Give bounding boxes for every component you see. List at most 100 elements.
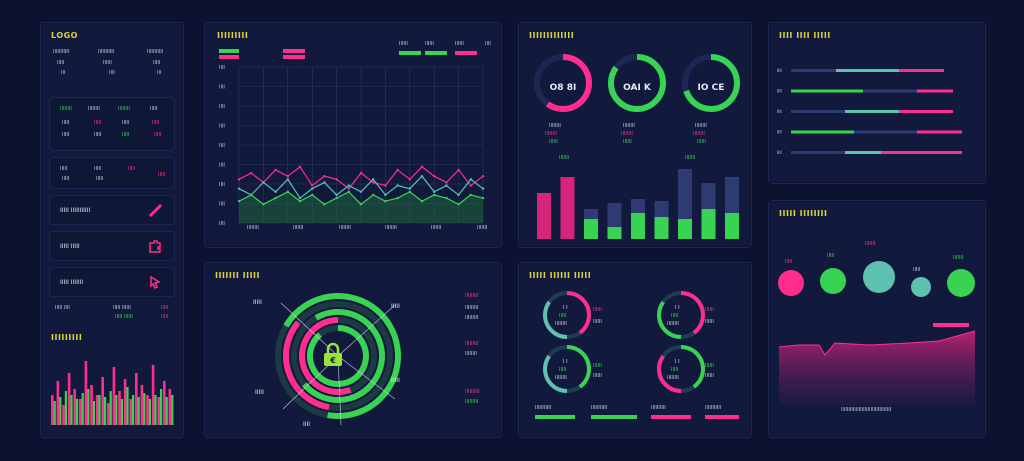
gauge-text: I I — [675, 305, 680, 311]
puzzle-icon — [149, 240, 161, 253]
gauge-text: IIIII — [559, 367, 567, 373]
side-label: IIIIII — [705, 363, 714, 369]
mini-gauge-group — [543, 291, 705, 393]
x-tick-label: IIIIIII — [477, 225, 487, 231]
footer-label: IIIII IIIIII — [115, 314, 133, 320]
data-point — [408, 190, 411, 193]
header-label: III — [61, 70, 66, 76]
legend-item: IIIIIIIII — [465, 305, 479, 311]
bar — [98, 395, 101, 425]
bar — [81, 393, 84, 425]
data-point — [250, 193, 253, 197]
bar — [76, 399, 79, 425]
bar — [109, 391, 112, 425]
menu-card-label: IIIII IIIIIIIIIII — [60, 207, 91, 214]
bar-segment — [854, 130, 917, 134]
bar-segment — [791, 69, 836, 72]
bar — [112, 367, 116, 425]
bar — [143, 393, 146, 425]
data-point — [311, 184, 314, 187]
menu-card-label: IIIII IIIII — [60, 243, 80, 250]
menu-card-pointer[interactable]: IIIII IIIIIII — [49, 267, 175, 297]
data-point — [372, 193, 375, 197]
data-point — [433, 175, 436, 178]
gauge-caption: IIIIIIII — [693, 131, 705, 137]
data-point — [359, 190, 363, 193]
x-tick-label: IIIIIIII — [385, 225, 397, 231]
area-fill — [779, 331, 975, 405]
gauge-text: IIIIIIII — [555, 321, 567, 327]
header-label: IIIII — [153, 60, 161, 66]
data-point — [433, 190, 436, 193]
area-chart — [778, 330, 976, 405]
footer-label: IIIIIIIIIII — [705, 405, 722, 411]
bar — [95, 395, 99, 425]
bar — [678, 169, 692, 219]
line-chart-title: IIIIIIIII — [217, 31, 249, 40]
footer-label: IIIII — [161, 305, 169, 311]
gauge-text: I I — [563, 305, 568, 311]
gauge-text: I I — [675, 359, 680, 365]
bar-segment — [845, 110, 899, 113]
bar — [56, 381, 60, 425]
bar — [154, 395, 157, 425]
bar-label: IIIIIII — [559, 155, 570, 161]
stat-value: IIIII — [94, 132, 102, 138]
stat-value: IIIII — [122, 120, 130, 126]
data-point — [298, 199, 302, 203]
y-tick-label: IIII — [219, 221, 225, 227]
svg-text:€: € — [329, 356, 336, 365]
logo-title: LOGO — [51, 31, 78, 40]
menu-card-label: IIIII IIIIIII — [60, 279, 84, 286]
data-point — [481, 187, 485, 190]
line-chart-panel: IIIIIIIII IIIIII IIIIII IIIIII IIII IIII… — [204, 22, 502, 248]
header-label: IIIIIIIIIII — [98, 49, 115, 55]
gauge-caption: IIIIIIII — [621, 131, 633, 137]
left-chart-title: IIIIIIIII — [51, 333, 83, 342]
data-point — [384, 199, 387, 203]
lock-icon: € — [324, 342, 342, 366]
bar — [53, 401, 56, 425]
legend-item: IIIIIIIIII — [465, 389, 480, 395]
data-point — [457, 203, 460, 206]
data-point — [408, 178, 411, 181]
bar — [165, 397, 168, 425]
y-tick-label: IIII — [219, 65, 225, 71]
gauge-label: OAI K — [623, 83, 651, 93]
mini-gauges-title: IIIII IIIIII IIIII — [529, 271, 592, 280]
radial-panel: IIIIIII IIIII € IIIII IIIII IIIII IIIII … — [204, 262, 502, 438]
bar — [631, 199, 645, 213]
data-point — [335, 193, 338, 197]
gauges-title: IIIIIIIIIIIII — [529, 31, 575, 40]
bar — [107, 403, 110, 425]
bar — [59, 397, 62, 425]
radial-legend: IIIIIIIII IIIIIIIII IIIIIIIII IIIIIIIII … — [465, 293, 489, 413]
legend-item: IIIIIIIII — [465, 341, 479, 347]
legend-swatch — [283, 49, 305, 53]
legend-swatch — [933, 323, 969, 327]
y-tick-label: IIII — [219, 143, 225, 149]
bar-segment — [791, 110, 845, 113]
data-point — [372, 181, 375, 184]
stats-card-small[interactable]: IIIII IIIII IIIII IIIII IIIII IIIII — [49, 157, 175, 189]
footer-label: IIIIIIIIII — [651, 405, 666, 411]
bubble-chart — [778, 261, 975, 297]
stats-card[interactable]: IIIIIIII IIIIIIII IIIIIIII IIIII IIIII I… — [49, 97, 175, 151]
data-point — [323, 175, 326, 178]
bar — [678, 219, 692, 239]
bar-segment — [863, 89, 917, 93]
legend-label: IIIIII — [425, 41, 434, 47]
bar-label: IIII — [777, 130, 782, 135]
data-point — [445, 181, 448, 184]
menu-card-puzzle[interactable]: IIIII IIIII — [49, 231, 175, 261]
stat-value: IIIII — [152, 120, 160, 126]
data-point — [250, 171, 253, 175]
pointer-icon — [150, 275, 161, 290]
bar — [70, 395, 73, 425]
bar — [171, 395, 174, 425]
bar — [73, 389, 76, 425]
menu-card-brush[interactable]: IIIII IIIIIIIIIII — [49, 195, 175, 225]
gauge-label: IO CE — [697, 83, 725, 93]
data-point — [445, 196, 448, 200]
side-label: IIIIII — [593, 363, 602, 369]
